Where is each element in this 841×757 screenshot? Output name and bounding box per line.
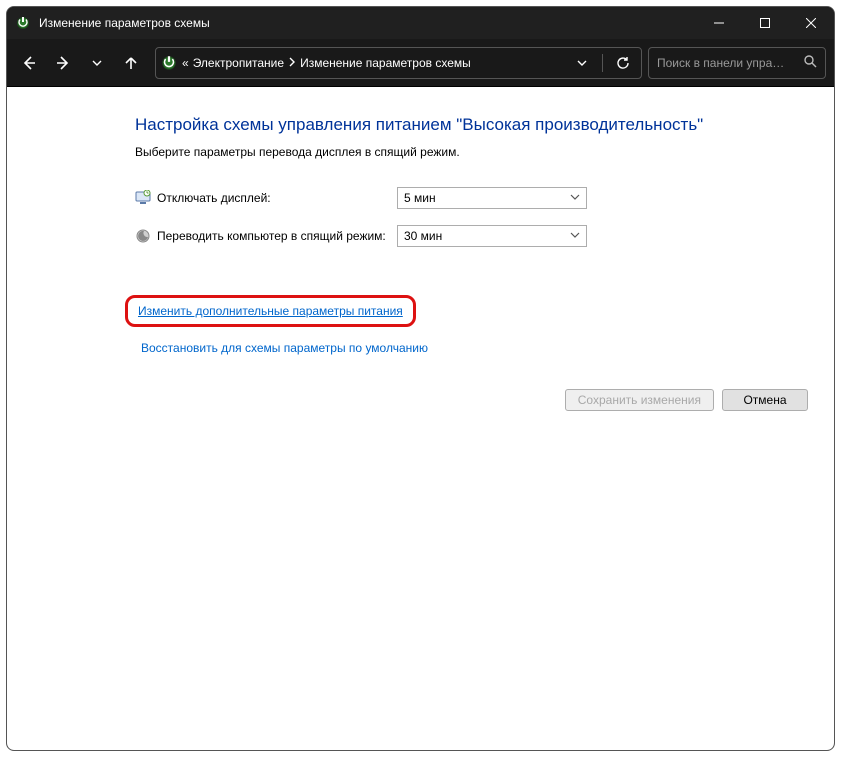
forward-button[interactable] <box>49 49 77 77</box>
chevron-right-icon[interactable] <box>288 56 296 70</box>
chevron-down-icon <box>570 229 580 243</box>
restore-defaults-link[interactable]: Восстановить для схемы параметры по умол… <box>141 341 428 355</box>
sleep-icon <box>135 228 151 244</box>
recent-locations-button[interactable] <box>83 49 111 77</box>
address-bar[interactable]: « Электропитание Изменение параметров сх… <box>155 47 642 79</box>
refresh-button[interactable] <box>609 49 637 77</box>
close-button[interactable] <box>788 7 834 39</box>
breadcrumb-item-power[interactable]: Электропитание <box>193 56 284 70</box>
address-dropdown-button[interactable] <box>568 49 596 77</box>
breadcrumb-prefix: « <box>182 56 189 70</box>
nav-toolbar: « Электропитание Изменение параметров сх… <box>7 39 834 87</box>
maximize-button[interactable] <box>742 7 788 39</box>
window-frame: Изменение параметров схемы <box>6 6 835 751</box>
display-off-value: 5 мин <box>404 191 436 205</box>
annotation-highlight: Изменить дополнительные параметры питани… <box>125 295 416 327</box>
titlebar: Изменение параметров схемы <box>7 7 834 39</box>
power-options-icon <box>160 54 178 72</box>
divider <box>602 54 603 72</box>
save-button: Сохранить изменения <box>565 389 714 411</box>
breadcrumb-item-edit-plan[interactable]: Изменение параметров схемы <box>300 56 471 70</box>
content-area: Настройка схемы управления питанием "Выс… <box>7 87 834 750</box>
sleep-label: Переводить компьютер в спящий режим: <box>157 229 397 243</box>
page-instruction: Выберите параметры перевода дисплея в сп… <box>135 145 707 159</box>
display-off-label: Отключать дисплей: <box>157 191 397 205</box>
display-off-dropdown[interactable]: 5 мин <box>397 187 587 209</box>
chevron-down-icon <box>570 191 580 205</box>
search-input[interactable] <box>657 56 795 70</box>
cancel-button[interactable]: Отмена <box>722 389 808 411</box>
sleep-value: 30 мин <box>404 229 442 243</box>
sleep-dropdown[interactable]: 30 мин <box>397 225 587 247</box>
page-title: Настройка схемы управления питанием "Выс… <box>135 115 707 135</box>
back-button[interactable] <box>15 49 43 77</box>
window-title: Изменение параметров схемы <box>39 16 696 30</box>
advanced-settings-link[interactable]: Изменить дополнительные параметры питани… <box>138 304 403 318</box>
search-icon[interactable] <box>803 54 817 71</box>
dialog-button-bar: Сохранить изменения Отмена <box>7 377 834 423</box>
search-box[interactable] <box>648 47 826 79</box>
power-options-icon <box>15 15 31 31</box>
minimize-button[interactable] <box>696 7 742 39</box>
up-button[interactable] <box>117 49 145 77</box>
display-icon <box>135 190 151 206</box>
